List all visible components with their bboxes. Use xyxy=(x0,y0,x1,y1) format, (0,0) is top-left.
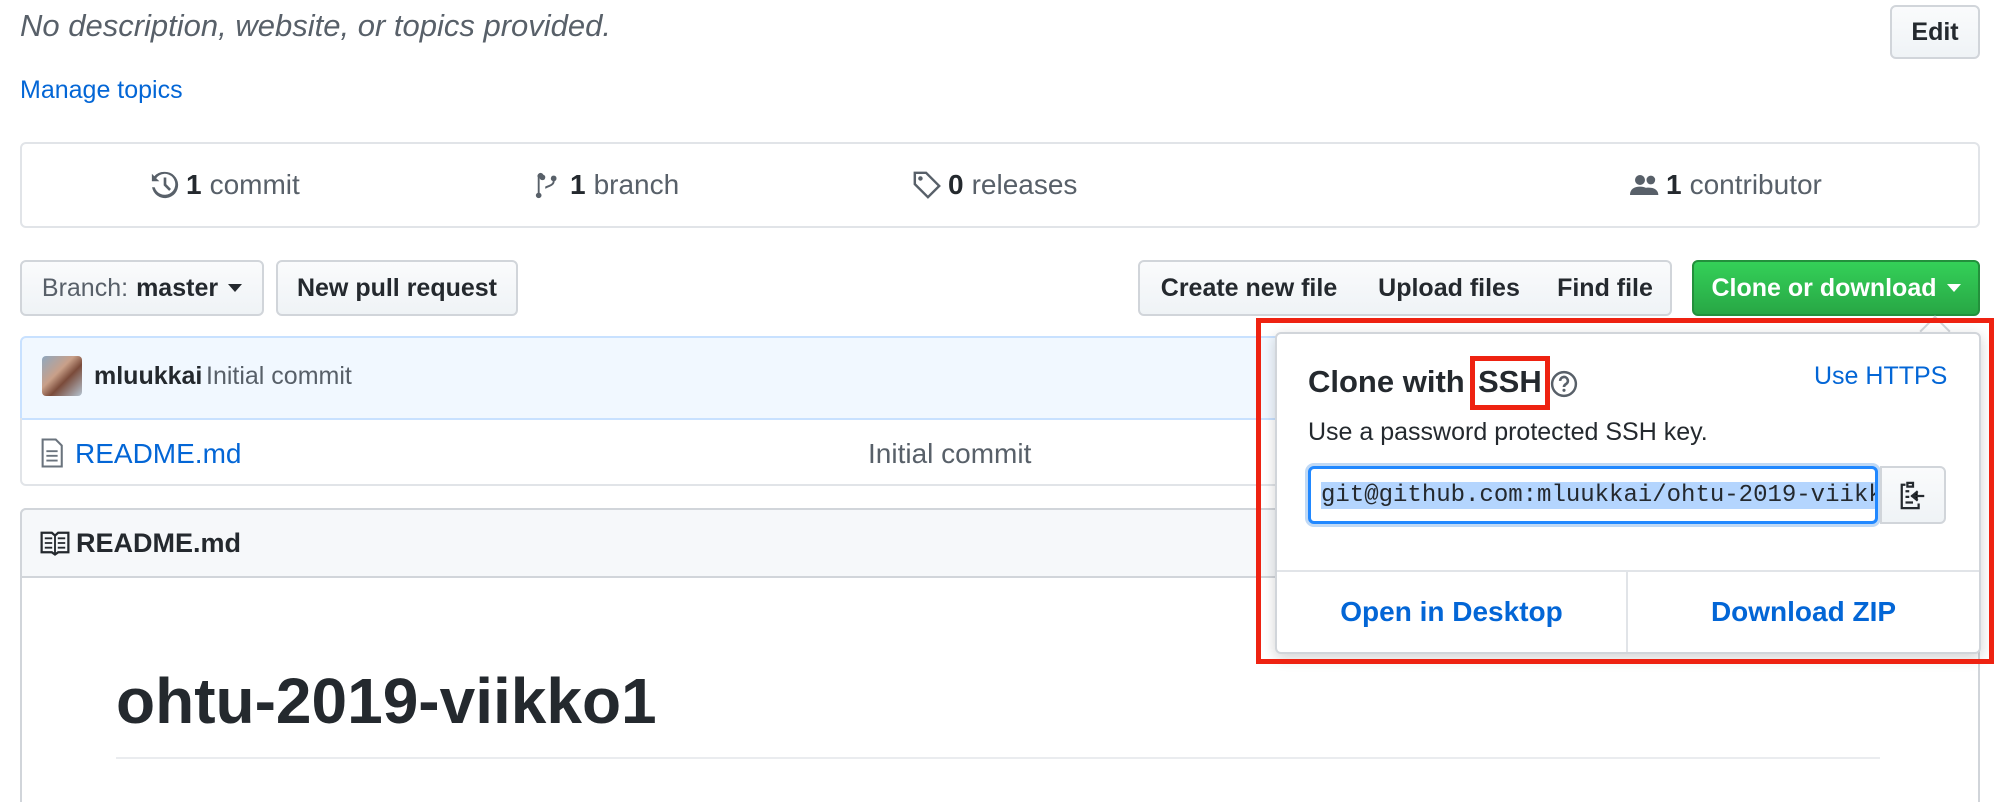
contributors-link[interactable]: 1 contributor xyxy=(1630,144,1822,226)
contributors-label: contributor xyxy=(1689,169,1822,200)
contributors-count: 1 xyxy=(1666,169,1682,200)
repo-summary-bar: 1 commit 1 branch 0 releases 1 contribut… xyxy=(20,142,1980,228)
branches-label: branch xyxy=(593,169,680,200)
avatar[interactable] xyxy=(42,356,82,396)
branches-count: 1 xyxy=(570,169,586,200)
history-icon xyxy=(151,171,179,199)
create-new-file-button[interactable]: Create new file xyxy=(1138,260,1360,316)
tag-icon xyxy=(913,171,941,199)
caret-down-icon xyxy=(1946,284,1961,292)
repo-description: No description, website, or topics provi… xyxy=(20,8,612,43)
branch-select-button[interactable]: Branch: master xyxy=(20,260,264,316)
readme-heading: ohtu-2019-viikko1 xyxy=(116,665,657,737)
readme-title: README.md xyxy=(76,528,242,558)
find-file-button[interactable]: Find file xyxy=(1540,260,1672,316)
new-pull-request-button[interactable]: New pull request xyxy=(276,260,518,316)
caret-down-icon xyxy=(228,284,243,292)
file-icon xyxy=(41,438,63,468)
branch-name: master xyxy=(136,273,219,302)
branch-prefix: Branch: xyxy=(41,273,129,302)
commit-author-link[interactable]: mluukkai xyxy=(94,362,202,391)
commits-label: commit xyxy=(209,169,300,200)
upload-files-button[interactable]: Upload files xyxy=(1358,260,1542,316)
commits-count: 1 xyxy=(186,169,202,200)
edit-button[interactable]: Edit xyxy=(1890,5,1980,59)
releases-count: 0 xyxy=(948,169,964,200)
manage-topics-link[interactable]: Manage topics xyxy=(20,76,183,105)
people-icon xyxy=(1630,175,1659,195)
commits-link[interactable]: 1 commit xyxy=(150,144,300,226)
readme-heading-rule xyxy=(116,757,1880,759)
releases-label: releases xyxy=(971,169,1078,200)
releases-link[interactable]: 0 releases xyxy=(912,144,1077,226)
file-commit-message-link[interactable]: Initial commit xyxy=(868,438,1031,470)
book-icon xyxy=(40,531,70,556)
file-name-link[interactable]: README.md xyxy=(75,438,241,470)
annotation-highlight-ssh xyxy=(1470,356,1550,410)
clone-or-download-button[interactable]: Clone or download xyxy=(1692,260,1980,316)
annotation-highlight-popover xyxy=(1256,318,1994,664)
git-branch-icon xyxy=(535,172,557,199)
clone-or-download-label: Clone or download xyxy=(1711,273,1937,302)
commit-message-link[interactable]: Initial commit xyxy=(206,362,352,391)
branches-link[interactable]: 1 branch xyxy=(534,144,679,226)
